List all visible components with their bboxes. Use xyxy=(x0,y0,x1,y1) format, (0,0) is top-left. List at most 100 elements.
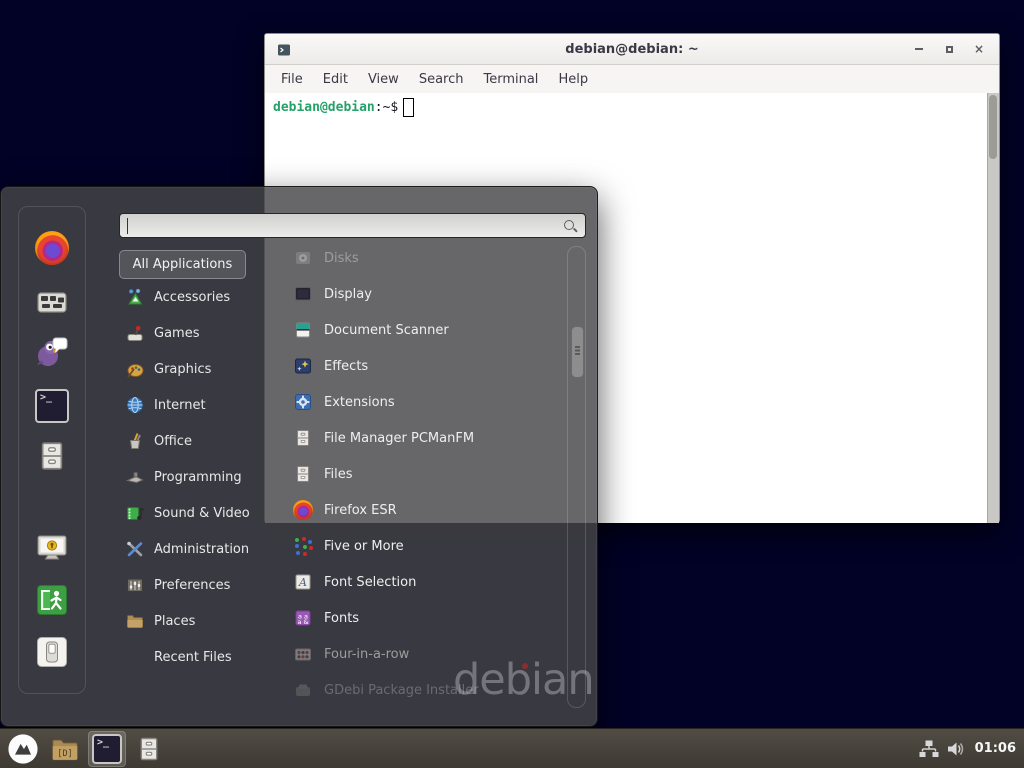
menu-item-search[interactable]: Search xyxy=(409,68,474,91)
category-administration[interactable]: Administration xyxy=(119,531,279,567)
taskbar-terminal-button[interactable]: >_ xyxy=(88,731,126,767)
terminal-menubar: FileEditViewSearchTerminalHelp xyxy=(265,65,999,93)
extensions-icon xyxy=(293,392,313,412)
app-document-scanner[interactable]: Document Scanner xyxy=(281,312,561,348)
terminal-titlebar[interactable]: debian@debian: ~ × xyxy=(265,34,999,65)
app-font-selection[interactable]: AFont Selection xyxy=(281,564,561,600)
taskbar: [D] >_ 01:06 xyxy=(0,728,1024,768)
menu-item-file[interactable]: File xyxy=(271,68,313,91)
menu-item-help[interactable]: Help xyxy=(548,68,598,91)
category-preferences[interactable]: Preferences xyxy=(119,567,279,603)
app-gdebi-package-installer[interactable]: GDebi Package Installer xyxy=(281,672,561,708)
fonts-icon: a aa & xyxy=(293,608,313,628)
favorite-terminal-button[interactable]: >_ xyxy=(35,389,69,423)
accessories-icon xyxy=(125,287,145,307)
menu-item-edit[interactable]: Edit xyxy=(313,68,358,91)
favorite-software-button[interactable] xyxy=(35,285,69,319)
office-icon xyxy=(125,431,145,451)
document-scanner-icon xyxy=(293,320,313,340)
favorite-pidgin-button[interactable] xyxy=(35,335,69,369)
maximize-icon xyxy=(946,46,953,53)
app-label: Four-in-a-row xyxy=(324,647,409,662)
app-label: Document Scanner xyxy=(324,323,449,338)
category-programming[interactable]: Programming xyxy=(119,459,279,495)
close-button[interactable]: × xyxy=(967,38,991,60)
shutdown-button[interactable] xyxy=(35,635,69,669)
favorite-firefox-button[interactable] xyxy=(35,231,69,265)
category-label: Office xyxy=(154,434,192,449)
app-extensions[interactable]: Extensions xyxy=(281,384,561,420)
app-display[interactable]: Display xyxy=(281,276,561,312)
sound-video-icon xyxy=(125,503,145,523)
minimize-button[interactable] xyxy=(907,38,931,60)
app-firefox-esr[interactable]: Firefox ESR xyxy=(281,492,561,528)
categories-list: Accessories Games GraphicsInternet Office Pr… xyxy=(119,279,279,675)
terminal-scrollbar[interactable] xyxy=(987,93,999,523)
search-caret xyxy=(127,218,128,234)
maximize-button[interactable] xyxy=(937,38,961,60)
category-label: Recent Files xyxy=(154,650,232,665)
menu-search-box[interactable] xyxy=(119,213,586,238)
app-four-in-a-row[interactable]: Four-in-a-row xyxy=(281,636,561,672)
apps-scrollbar-track[interactable] xyxy=(567,246,586,708)
taskbar-menu-button[interactable] xyxy=(4,731,42,767)
taskbar-file-manager-button[interactable] xyxy=(130,731,168,767)
taskbar-folder-debian-button[interactable]: [D] xyxy=(46,731,84,767)
applications-list: Disks Display Document Scanner Effects Exten… xyxy=(281,240,561,708)
category-internet[interactable]: Internet xyxy=(119,387,279,423)
app-label: File Manager PCManFM xyxy=(324,431,474,446)
app-label: Effects xyxy=(324,359,368,374)
category-places[interactable]: Places xyxy=(119,603,279,639)
svg-text:[D]: [D] xyxy=(57,748,72,758)
category-label: Games xyxy=(154,326,199,341)
clock: 01:06 xyxy=(975,741,1016,756)
effects-icon xyxy=(293,356,313,376)
window-title: debian@debian: ~ xyxy=(265,42,999,57)
category-office[interactable]: Office xyxy=(119,423,279,459)
category-graphics[interactable]: Graphics xyxy=(119,351,279,387)
terminal-scrollbar-handle[interactable] xyxy=(989,95,997,159)
logout-button[interactable] xyxy=(35,583,69,617)
category-label: Administration xyxy=(154,542,249,557)
search-input[interactable] xyxy=(130,215,554,238)
disks-icon xyxy=(293,248,313,268)
lock-screen-button[interactable] xyxy=(35,531,69,565)
menu-item-view[interactable]: View xyxy=(358,68,409,91)
category-recent-files[interactable]: Recent Files xyxy=(119,639,279,675)
category-games[interactable]: Games xyxy=(119,315,279,351)
app-fonts[interactable]: a aa &Fonts xyxy=(281,600,561,636)
category-label: Places xyxy=(154,614,195,629)
minimize-icon xyxy=(915,48,923,50)
app-disks[interactable]: Disks xyxy=(281,240,561,276)
favorite-file-manager-button[interactable] xyxy=(35,439,69,473)
app-effects[interactable]: Effects xyxy=(281,348,561,384)
volume-icon[interactable] xyxy=(947,740,967,758)
category-label: Sound & Video xyxy=(154,506,250,521)
preferences-icon xyxy=(125,575,145,595)
app-label: Display xyxy=(324,287,372,302)
prompt-suffix: :~$ xyxy=(375,100,398,115)
svg-text:A: A xyxy=(298,576,307,589)
category-sound-video[interactable]: Sound & Video xyxy=(119,495,279,531)
games-icon xyxy=(125,323,145,343)
app-label: Firefox ESR xyxy=(324,503,397,518)
apps-scrollbar-handle[interactable] xyxy=(571,326,584,378)
category-label: Accessories xyxy=(154,290,230,305)
display-icon xyxy=(293,284,313,304)
network-icon[interactable] xyxy=(919,740,939,758)
app-label: Five or More xyxy=(324,539,404,554)
terminal-cursor xyxy=(403,98,414,117)
applications-menu: debian >_ All Applications AccessoriesGa… xyxy=(0,186,598,727)
app-file-manager-pcmanfm[interactable]: File Manager PCManFM xyxy=(281,420,561,456)
five-or-more-icon xyxy=(293,536,313,556)
firefox-icon xyxy=(35,231,69,265)
search-icon xyxy=(563,219,577,233)
category-accessories[interactable]: Accessories xyxy=(119,279,279,315)
font-selection-icon: A xyxy=(293,572,313,592)
menu-item-terminal[interactable]: Terminal xyxy=(473,68,548,91)
app-five-or-more[interactable]: Five or More xyxy=(281,528,561,564)
file-cabinet-icon xyxy=(293,464,313,484)
internet-icon xyxy=(125,395,145,415)
category-all-applications[interactable]: All Applications xyxy=(119,250,246,279)
app-files[interactable]: Files xyxy=(281,456,561,492)
